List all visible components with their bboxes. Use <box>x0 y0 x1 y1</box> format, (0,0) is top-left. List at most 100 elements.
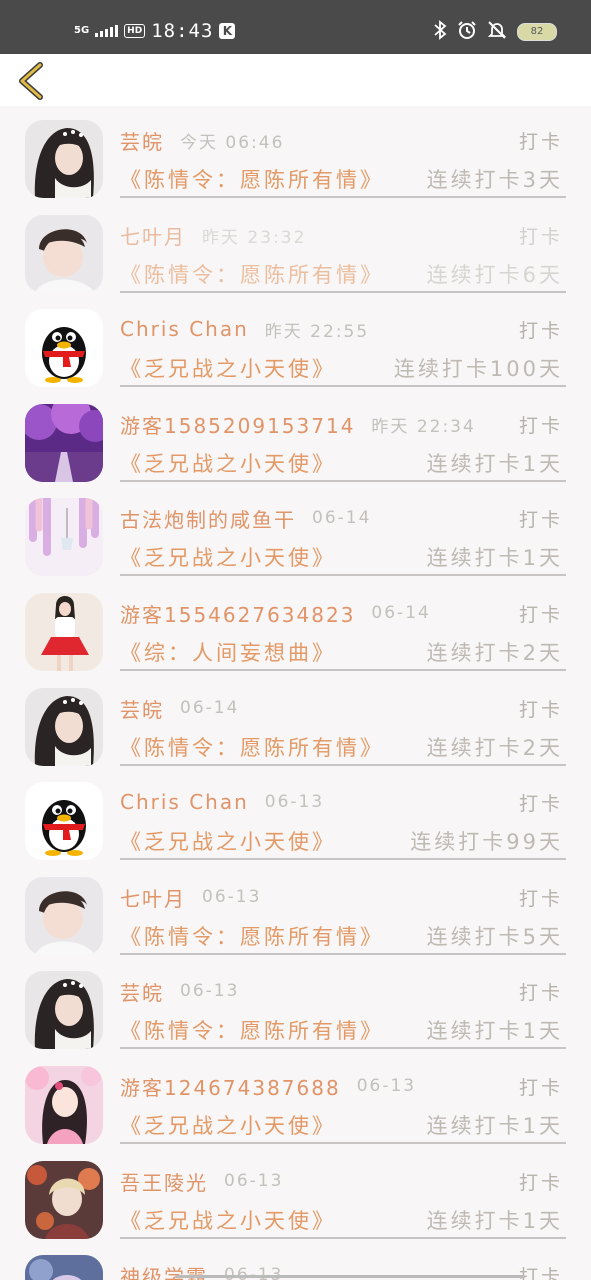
book-title[interactable]: 《乏兄战之小天使》 <box>120 826 336 856</box>
avatar[interactable] <box>25 215 103 293</box>
checkin-row[interactable]: 游客15546276348​23 06-14 打卡 《综：人间妄想曲》 连续打卡2天 <box>0 585 591 679</box>
row-detail: 《综：人间妄想曲》 连续打卡2天 <box>120 636 563 668</box>
user-name[interactable]: 七叶月 <box>120 221 186 250</box>
checkin-row[interactable]: Chris Chan 昨天 22:55 打卡 《乏兄战之小天使》 连续打卡100天 <box>0 301 591 395</box>
checkin-label: 打卡 <box>518 981 563 1004</box>
streak-text: 连续打卡6天 <box>426 263 563 287</box>
checkin-row[interactable]: 吾王陵光 06-13 打卡 《乏兄战之小天使》 连续打卡1天 <box>0 1153 591 1247</box>
checkin-row[interactable]: 古法炮制的咸鱼干 06-14 打卡 《乏兄战之小天使》 连续打卡1天 <box>0 490 591 584</box>
checkin-row[interactable]: 七叶月 06-13 打卡 《陈情令：愿陈所有情》 连续打卡5天 <box>0 869 591 963</box>
book-title[interactable]: 《陈情令：愿陈所有情》 <box>120 732 384 762</box>
row-header: 吾王陵光 06-13 打卡 <box>120 1165 563 1197</box>
streak-text: 连续打卡5天 <box>426 925 563 949</box>
back-button[interactable] <box>14 60 54 102</box>
book-title[interactable]: 《乏兄战之小天使》 <box>120 542 336 572</box>
purple-trees-avatar-image <box>25 404 103 482</box>
divider <box>120 1237 566 1239</box>
streak-text: 连续打卡2天 <box>426 736 563 760</box>
divider <box>120 858 566 860</box>
book-title[interactable]: 《乏兄战之小天使》 <box>120 448 336 478</box>
book-title[interactable]: 《陈情令：愿陈所有情》 <box>120 259 384 289</box>
book-title[interactable]: 《陈情令：愿陈所有情》 <box>120 164 384 194</box>
user-name[interactable]: Chris Chan <box>120 790 249 814</box>
divider <box>120 385 566 387</box>
avatar[interactable] <box>25 593 103 671</box>
checkin-row[interactable]: 游客15852091537​14 昨天 22:34 打卡 《乏兄战之小天使》 连续打卡1… <box>0 396 591 490</box>
checkin-label: 打卡 <box>518 1076 563 1099</box>
mute-bell-icon <box>487 20 507 45</box>
book-title[interactable]: 《乏兄战之小天使》 <box>120 1110 336 1140</box>
row-header: 游客12467438​7688 06-13 打卡 <box>120 1070 563 1102</box>
checkin-label: 打卡 <box>518 1265 563 1280</box>
chevron-left-icon <box>19 62 43 100</box>
clock: 18:43 <box>151 20 214 42</box>
checkin-row[interactable]: Chris Chan 06-13 打卡 《乏兄战之小天使》 连续打卡99天 <box>0 774 591 868</box>
checkin-label: 打卡 <box>518 603 563 626</box>
post-time: 06-13 <box>356 1076 417 1096</box>
user-name[interactable]: 芸皖 <box>120 977 164 1006</box>
avatar[interactable] <box>25 120 103 198</box>
avatar[interactable] <box>25 309 103 387</box>
status-left: 5G HD 18:43 K <box>74 18 236 44</box>
bluetooth-icon <box>433 19 447 45</box>
divider <box>120 291 566 293</box>
qq-penguin-avatar-image <box>25 309 103 387</box>
checkin-list: 芸皖 今天 06:46 打卡 《陈情令：愿陈所有情》 连续打卡3天 七叶月 昨天 23:3… <box>0 106 591 1280</box>
row-detail: 《乏兄战之小天使》 连续打卡1天 <box>120 541 563 573</box>
user-name[interactable]: 芸皖 <box>120 694 164 723</box>
hd-badge: HD <box>124 24 146 38</box>
post-time: 06-13 <box>264 792 325 812</box>
avatar[interactable] <box>25 782 103 860</box>
book-title[interactable]: 《综：人间妄想曲》 <box>120 637 336 667</box>
avatar[interactable] <box>25 1066 103 1144</box>
user-name[interactable]: 芸皖 <box>120 126 164 155</box>
user-name[interactable]: Chris Chan <box>120 317 249 341</box>
status-right: 82 <box>433 19 557 45</box>
book-title[interactable]: 《乏兄战之小天使》 <box>120 1205 336 1235</box>
streak-text: 连续打卡1天 <box>426 1019 563 1043</box>
checkin-row[interactable]: 游客12467438​7688 06-13 打卡 《乏兄战之小天使》 连续打卡1天 <box>0 1058 591 1152</box>
divider <box>120 1142 566 1144</box>
row-header: 七叶月 昨天 23:32 打卡 <box>120 219 563 251</box>
avatar[interactable] <box>25 688 103 766</box>
avatar[interactable] <box>25 404 103 482</box>
avatar[interactable] <box>25 498 103 576</box>
divider <box>120 574 566 576</box>
book-title[interactable]: 《陈情令：愿陈所有情》 <box>120 1015 384 1045</box>
user-name[interactable]: 游客15852091537​14 <box>120 410 355 439</box>
checkin-row[interactable]: 七叶月 昨天 23:32 打卡 《陈情令：愿陈所有情》 连续打卡6天 <box>0 207 591 301</box>
row-header: 七叶月 06-13 打卡 <box>120 881 563 913</box>
row-detail: 《乏兄战之小天使》 连续打卡1天 <box>120 447 563 479</box>
checkin-row[interactable]: 芸皖 06-14 打卡 《陈情令：愿陈所有情》 连续打卡2天 <box>0 680 591 774</box>
alarm-clock-icon <box>457 20 477 45</box>
app-bar <box>0 54 591 106</box>
anime-blue-avatar-image <box>25 1255 103 1280</box>
user-name[interactable]: 七叶月 <box>120 883 186 912</box>
post-time: 昨天 22:34 <box>371 416 476 437</box>
divider <box>120 669 566 671</box>
book-title[interactable]: 《陈情令：愿陈所有情》 <box>120 921 384 951</box>
row-detail: 《乏兄战之小天使》 连续打卡100天 <box>120 352 563 384</box>
divider <box>120 764 566 766</box>
checkin-row[interactable]: 芸皖 今天 06:46 打卡 《陈情令：愿陈所有情》 连续打卡3天 <box>0 112 591 206</box>
user-name[interactable]: 游客12467438​7688 <box>120 1072 341 1101</box>
user-name[interactable]: 古法炮制的咸鱼干 <box>120 504 296 533</box>
user-name[interactable]: 吾王陵光 <box>120 1167 208 1196</box>
checkin-row[interactable]: 芸皖 06-13 打卡 《陈情令：愿陈所有情》 连续打卡1天 <box>0 963 591 1057</box>
row-header: 芸皖 06-14 打卡 <box>120 692 563 724</box>
qq-penguin-avatar-image <box>25 782 103 860</box>
user-name[interactable]: 游客15546276348​23 <box>120 599 355 628</box>
post-time: 06-14 <box>312 508 372 528</box>
streak-text: 连续打卡3天 <box>426 168 563 192</box>
avatar[interactable] <box>25 1161 103 1239</box>
streak-text: 连续打卡1天 <box>426 1209 563 1233</box>
avatar[interactable] <box>25 1255 103 1280</box>
avatar[interactable] <box>25 971 103 1049</box>
avatar[interactable] <box>25 877 103 955</box>
checkin-label: 打卡 <box>518 1171 563 1194</box>
divider <box>120 196 566 198</box>
book-title[interactable]: 《乏兄战之小天使》 <box>120 353 336 383</box>
post-time: 昨天 22:55 <box>264 321 370 342</box>
streak-text: 连续打卡99天 <box>410 830 563 854</box>
checkin-label: 打卡 <box>518 130 563 153</box>
